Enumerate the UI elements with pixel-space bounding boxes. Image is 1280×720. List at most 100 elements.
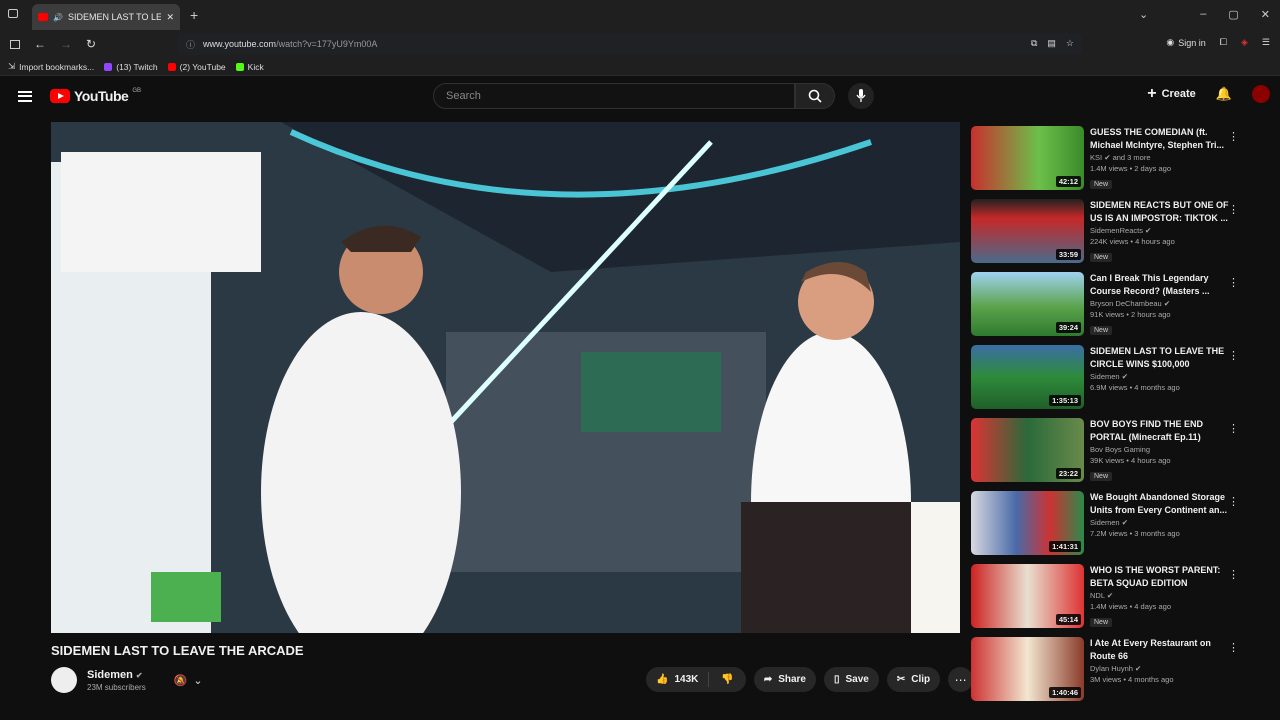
kebab-menu-icon[interactable]: ⋮ [1228, 422, 1239, 435]
url-field[interactable]: ⓘ www.youtube.com/watch?v=177yU9Ym00A ⧉ … [178, 33, 1082, 55]
new-badge: New [1090, 472, 1113, 481]
voice-search-button[interactable] [848, 83, 874, 109]
create-button[interactable]: + Create [1147, 85, 1196, 103]
dislike-button[interactable]: 👎 [709, 674, 745, 685]
channel-name-text: NDL [1090, 591, 1105, 600]
recommendation-title[interactable]: SIDEMEN LAST TO LEAVE THE CIRCLE WINS $1… [1090, 345, 1230, 370]
sign-in-button[interactable]: ◉ Sign in [1166, 37, 1205, 48]
recommendation-title[interactable]: We Bought Abandoned Storage Units from E… [1090, 491, 1230, 516]
back-icon[interactable]: ← [34, 37, 46, 51]
notifications-bell-icon[interactable]: 🔔 [1216, 86, 1232, 102]
more-actions-button[interactable]: ⋯ [948, 667, 974, 692]
chevron-down-icon: ⌄ [193, 674, 203, 687]
video-thumbnail[interactable]: 42:12 [971, 126, 1084, 190]
youtube-header: YouTube GB Search + Create 🔔 [0, 76, 1280, 116]
video-thumbnail[interactable]: 1:41:31 [971, 491, 1084, 555]
recommendation-meta: 3M views • 4 months ago [1090, 675, 1174, 684]
search-button[interactable] [795, 83, 835, 109]
recommendations-sidebar: 42:12 GUESS THE COMEDIAN (ft. Michael Mc… [971, 126, 1251, 710]
recommendation-item[interactable]: 45:14 WHO IS THE WORST PARENT: BETA SQUA… [971, 564, 1251, 633]
like-button[interactable]: 👍 143K [646, 672, 710, 687]
subscription-bell-button[interactable]: 🔕 ⌄ [174, 674, 203, 687]
like-dislike-group: 👍 143K 👎 [646, 667, 746, 692]
bookmark-import[interactable]: ⇲ Import bookmarks... [8, 61, 94, 72]
recommendation-item[interactable]: 39:24 Can I Break This Legendary Course … [971, 272, 1251, 341]
twitch-icon [104, 62, 113, 71]
kebab-menu-icon[interactable]: ⋮ [1228, 349, 1239, 362]
recommendation-title[interactable]: WHO IS THE WORST PARENT: BETA SQUAD EDIT… [1090, 564, 1230, 589]
share-button[interactable]: ➦ Share [753, 667, 816, 692]
extension-badge-icon[interactable]: ◈ [1241, 37, 1248, 48]
video-thumbnail[interactable]: 39:24 [971, 272, 1084, 336]
clip-button[interactable]: ✂ Clip [886, 667, 941, 692]
bookmark-youtube[interactable]: (2) YouTube [167, 62, 226, 72]
recommendation-title[interactable]: BOV BOYS FIND THE END PORTAL (Minecraft … [1090, 418, 1230, 443]
new-tab-icon[interactable]: + [190, 7, 198, 23]
duration-badge: 42:12 [1055, 176, 1081, 187]
bookmark-label: Import bookmarks... [19, 61, 95, 72]
recommendation-channel: Sidemen ✔ [1090, 372, 1230, 381]
recommendation-item[interactable]: 1:41:31 We Bought Abandoned Storage Unit… [971, 491, 1251, 560]
recommendation-item[interactable]: 23:22 BOV BOYS FIND THE END PORTAL (Mine… [971, 418, 1251, 487]
video-thumbnail[interactable]: 45:14 [971, 564, 1084, 628]
recommendation-meta: 1.4M views • 4 days ago [1090, 602, 1171, 611]
recommendation-item[interactable]: 33:59 SIDEMEN REACTS BUT ONE OF US IS AN… [971, 199, 1251, 268]
create-label: Create [1161, 88, 1196, 100]
header-actions: + Create 🔔 [1147, 85, 1270, 103]
share-icon: ➦ [763, 674, 773, 685]
kebab-menu-icon[interactable]: ⋮ [1228, 203, 1239, 216]
browser-tab[interactable]: 🔊 SIDEMEN LAST TO LEAVE TH ✕ [32, 4, 180, 30]
bookmark-star-icon[interactable]: ☆ [1066, 38, 1074, 49]
recommendation-title[interactable]: Can I Break This Legendary Course Record… [1090, 272, 1230, 297]
recommendation-title[interactable]: SIDEMEN REACTS BUT ONE OF US IS AN IMPOS… [1090, 199, 1230, 224]
channel-name-text: Sidemen [87, 668, 133, 681]
video-player[interactable] [51, 122, 960, 633]
recommendation-title[interactable]: GUESS THE COMEDIAN (ft. Michael McIntyre… [1090, 126, 1230, 151]
reader-view-icon[interactable]: ▤ [1047, 38, 1056, 49]
site-info-icon[interactable]: ⓘ [186, 38, 195, 51]
screenshot-icon[interactable]: ⧉ [1031, 38, 1037, 49]
recommendation-title[interactable]: I Ate At Every Restaurant on Route 66 [1090, 637, 1230, 662]
video-thumbnail[interactable]: 33:59 [971, 199, 1084, 263]
save-button[interactable]: ▯ Save [824, 667, 879, 692]
kebab-menu-icon[interactable]: ⋮ [1228, 130, 1239, 143]
recommendation-item[interactable]: 42:12 GUESS THE COMEDIAN (ft. Michael Mc… [971, 126, 1251, 195]
search-input[interactable]: Search [433, 83, 795, 109]
user-avatar[interactable] [1252, 85, 1270, 103]
kebab-menu-icon[interactable]: ⋮ [1228, 495, 1239, 508]
video-thumbnail[interactable]: 1:40:46 [971, 637, 1084, 701]
sidebar-toggle-icon[interactable] [10, 39, 20, 49]
tab-list-icon[interactable]: ⌄ [1139, 8, 1148, 21]
scissors-icon: ✂ [896, 674, 906, 685]
like-count: 143K [674, 674, 699, 685]
minimize-icon[interactable]: – [1200, 8, 1206, 21]
tab-title: SIDEMEN LAST TO LEAVE TH [67, 12, 162, 22]
tab-actions-icon[interactable] [8, 9, 18, 18]
close-tab-icon[interactable]: ✕ [166, 12, 174, 23]
bookmark-twitch[interactable]: (13) Twitch [104, 62, 158, 72]
more-horizontal-icon: ⋯ [954, 672, 967, 687]
video-thumbnail[interactable]: 1:35:13 [971, 345, 1084, 409]
forward-icon[interactable]: → [60, 37, 72, 51]
maximize-icon[interactable]: ▢ [1228, 8, 1238, 21]
channel-avatar[interactable] [51, 667, 77, 693]
channel-name[interactable]: Sidemen ✔ [87, 669, 146, 681]
youtube-logo[interactable]: YouTube GB [50, 88, 141, 104]
app-menu-icon[interactable]: ☰ [1262, 37, 1270, 48]
close-window-icon[interactable]: ✕ [1261, 8, 1270, 21]
new-badge: New [1090, 618, 1113, 627]
video-thumbnail[interactable]: 23:22 [971, 418, 1084, 482]
hamburger-menu-icon[interactable] [18, 90, 32, 102]
kebab-menu-icon[interactable]: ⋮ [1228, 276, 1239, 289]
search-icon [808, 89, 822, 103]
new-badge: New [1090, 253, 1113, 262]
channel-name-text: Dylan Huynh [1090, 664, 1133, 673]
bookmarks-bar: ⇲ Import bookmarks... (13) Twitch (2) You… [0, 58, 1280, 76]
extensions-icon[interactable]: ⧠ [1220, 37, 1227, 48]
kebab-menu-icon[interactable]: ⋮ [1228, 568, 1239, 581]
recommendation-item[interactable]: 1:40:46 I Ate At Every Restaurant on Rou… [971, 637, 1251, 706]
kebab-menu-icon[interactable]: ⋮ [1228, 641, 1239, 654]
recommendation-item[interactable]: 1:35:13 SIDEMEN LAST TO LEAVE THE CIRCLE… [971, 345, 1251, 414]
bookmark-kick[interactable]: Kick [235, 62, 264, 72]
reload-icon[interactable]: ↻ [86, 37, 96, 51]
